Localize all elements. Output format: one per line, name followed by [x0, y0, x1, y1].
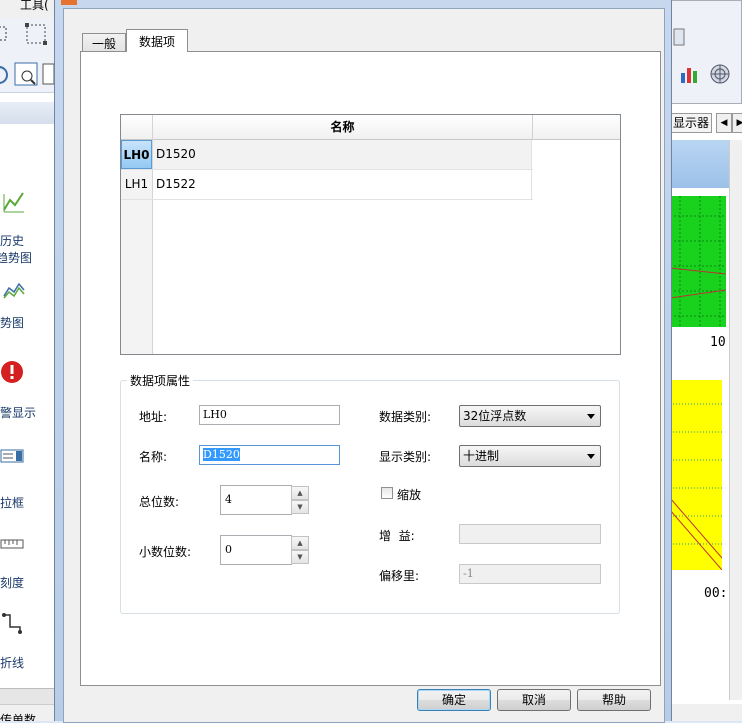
status-bar: 传单数 [0, 704, 54, 721]
horizontal-scrollbar[interactable] [0, 688, 54, 705]
vertical-scrollbar[interactable] [729, 140, 742, 700]
select-region-icon[interactable] [0, 24, 8, 44]
tab-panel-data-items: 名称 LH0 D1520 LH1 D1522 数据项属性 地址: LH0 名称:… [80, 51, 661, 686]
display-type-value: 十进制 [463, 449, 500, 463]
menu-bar: 工具( [0, 0, 54, 18]
sidebar-item-alarm[interactable]: 警显示 [0, 404, 36, 421]
background-app-left: 工具( 历史 趋势图 势图 警显示 拉框 刻度 折线 传单数 [0, 0, 54, 721]
trend-chart-axis: 10 [670, 327, 729, 353]
dialog-app-icon [61, 0, 77, 5]
right-status-bar [670, 704, 742, 721]
sidebar-item-dropdown[interactable]: 拉框 [0, 494, 24, 511]
grid-row[interactable]: LH0 D1520 [121, 140, 533, 170]
toolbox-list: 历史 趋势图 势图 警显示 拉框 刻度 折线 [0, 124, 54, 694]
data-type-value: 32位浮点数 [463, 409, 527, 423]
menu-tools[interactable]: 工具( [20, 0, 49, 13]
sidebar-item-trend[interactable]: 势图 [0, 314, 24, 331]
help-button[interactable]: 帮助 [577, 689, 651, 711]
toolbar-row-2 [0, 58, 54, 93]
polyline-icon[interactable] [0, 612, 24, 636]
data-item-dialog: 一般 数据项 名称 LH0 D1520 LH1 D1522 数据项属性 地址: … [54, 0, 672, 723]
total-digits-stepper[interactable]: 4 ▲ ▼ [220, 485, 310, 515]
zoom-text-icon[interactable] [14, 62, 38, 86]
trend-chart-yellow [670, 380, 722, 570]
name-field[interactable]: D1520 [199, 445, 340, 465]
ok-button[interactable]: 确定 [417, 689, 491, 711]
trend-chart-header [670, 140, 729, 188]
settings-icon[interactable] [0, 64, 10, 86]
scale-ruler-icon[interactable] [0, 532, 24, 556]
sidebar-item-scale[interactable]: 刻度 [0, 574, 24, 591]
name-label: 名称: [139, 450, 168, 464]
decrement-icon[interactable]: ▼ [291, 500, 309, 514]
history-trend-icon[interactable] [2, 190, 26, 214]
data-type-select[interactable]: 32位浮点数 [459, 405, 601, 427]
chevron-down-icon [587, 454, 595, 459]
address-label: 地址: [139, 410, 168, 424]
decimal-digits-stepper[interactable]: 0 ▲ ▼ [220, 535, 310, 565]
scale-label[interactable]: 缩放 [397, 486, 421, 503]
background-app-right: 显示器 ◀ ▶ 10 00: [670, 0, 742, 721]
trend-chart-green [670, 196, 726, 327]
gain-field[interactable] [459, 524, 601, 544]
sidebar-item-history[interactable]: 历史 [0, 232, 24, 249]
data-item-properties-group: 数据项属性 地址: LH0 名称: D1520 总位数: 4 ▲ ▼ 小数位数:… [120, 372, 620, 614]
right-toolbar [670, 0, 742, 104]
name-field-selection: D1520 [203, 448, 240, 461]
grid-cell-name[interactable]: D1522 [153, 170, 532, 199]
data-items-grid: 名称 LH0 D1520 LH1 D1522 [120, 114, 621, 355]
tab-display[interactable]: 显示器 [670, 113, 712, 133]
tab-scroll-right-icon[interactable]: ▶ [732, 113, 742, 133]
grid-column-header-name[interactable]: 名称 [153, 115, 533, 140]
status-text: 传单数 [0, 713, 37, 721]
decrement-icon[interactable]: ▼ [291, 550, 309, 564]
grid-row[interactable]: LH1 D1522 [121, 170, 533, 200]
total-digits-label: 总位数: [139, 495, 180, 509]
total-digits-field[interactable]: 4 [220, 485, 292, 515]
offset-field[interactable]: -1 [459, 564, 601, 584]
decimal-digits-field[interactable]: 0 [220, 535, 292, 565]
dropdown-box-icon[interactable] [0, 444, 24, 468]
tab-data-items[interactable]: 数据项 [126, 29, 188, 52]
trend-chart-grid [670, 196, 726, 327]
data-type-label: 数据类别: [379, 410, 432, 424]
dialog-client-area: 一般 数据项 名称 LH0 D1520 LH1 D1522 数据项属性 地址: … [63, 8, 665, 723]
document-icon[interactable] [673, 27, 685, 47]
toolbox-panel-header [0, 102, 54, 125]
grid-cell-name[interactable]: D1520 [153, 140, 532, 169]
list-icon[interactable] [42, 62, 54, 86]
trend-chart-icon[interactable] [2, 278, 26, 302]
increment-icon[interactable]: ▲ [291, 536, 309, 550]
grid-corner [121, 115, 152, 140]
offset-label: 偏移里: [379, 569, 420, 583]
sidebar-item-history-trend[interactable]: 趋势图 [0, 249, 32, 266]
gain-label: 增 益: [379, 529, 415, 543]
alarm-display-icon[interactable] [0, 360, 24, 384]
display-type-label: 显示类别: [379, 450, 432, 464]
grid-row-header[interactable]: LH1 [121, 170, 153, 199]
properties-group-title: 数据项属性 [127, 372, 194, 389]
trend-chart-axis-label: 10 [710, 335, 726, 350]
chevron-down-icon [587, 414, 595, 419]
grid-row-header[interactable]: LH0 [121, 140, 152, 169]
group-select-icon[interactable] [24, 22, 48, 46]
bar-chart-icon[interactable] [679, 63, 701, 85]
cancel-button[interactable]: 取消 [497, 689, 571, 711]
toolbar-row-1 [0, 18, 54, 59]
grid-header-filler [533, 115, 620, 140]
trend-chart-yellow-axis-label: 00: [704, 586, 728, 601]
sidebar-item-polyline[interactable]: 折线 [0, 654, 24, 671]
trend-chart-yellow-axis: 00: [670, 570, 729, 622]
increment-icon[interactable]: ▲ [291, 486, 309, 500]
decimal-digits-label: 小数位数: [139, 545, 192, 559]
scale-checkbox[interactable] [381, 487, 393, 499]
trend-chart-yellow-grid [670, 403, 722, 570]
tab-scroll-left-icon[interactable]: ◀ [716, 113, 732, 133]
gauge-icon[interactable] [709, 63, 731, 85]
address-field[interactable]: LH0 [199, 405, 340, 425]
display-type-select[interactable]: 十进制 [459, 445, 601, 467]
